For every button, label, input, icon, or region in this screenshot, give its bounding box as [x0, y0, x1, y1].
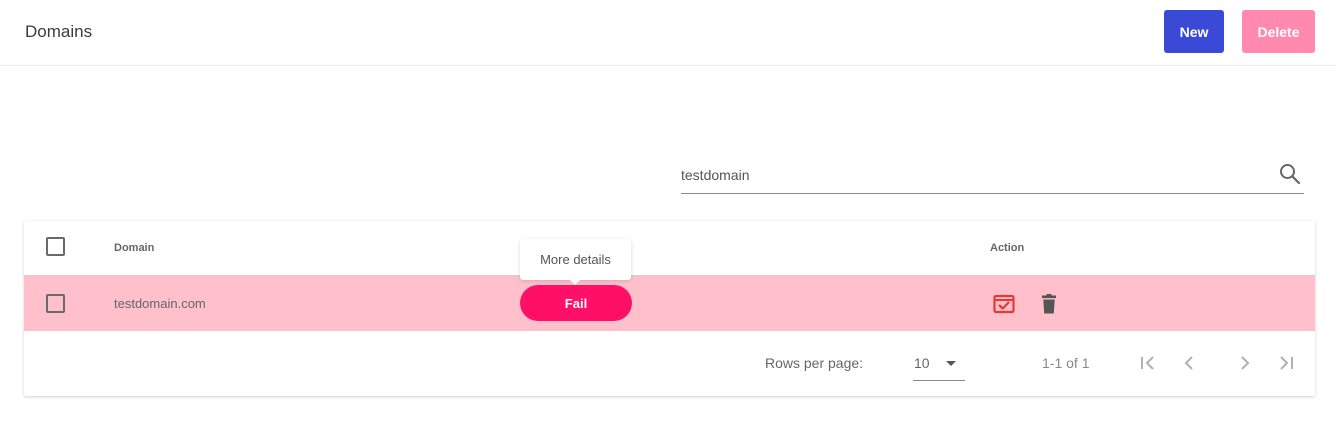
search-input[interactable]: [681, 164, 1271, 186]
first-page-icon[interactable]: [1136, 351, 1160, 375]
last-page-icon[interactable]: [1274, 351, 1298, 375]
table-header: Domain Action: [24, 221, 1315, 276]
top-app-bar: Domains New Delete: [0, 0, 1336, 66]
new-button[interactable]: New: [1164, 10, 1224, 53]
more-details-tooltip: More details: [520, 239, 631, 280]
dropdown-caret-icon: [946, 361, 956, 366]
rows-per-page-select[interactable]: 10: [913, 351, 965, 381]
column-header-action: Action: [990, 242, 1025, 254]
row-checkbox[interactable]: [46, 294, 65, 313]
column-header-domain[interactable]: Domain: [114, 242, 154, 254]
table-pagination: Rows per page: 10 1-1 of 1: [24, 331, 1315, 396]
domain-cell: testdomain.com: [114, 296, 206, 311]
status-badge-button[interactable]: Fail: [520, 285, 632, 321]
next-page-icon[interactable]: [1233, 351, 1257, 375]
delete-button[interactable]: Delete: [1242, 10, 1315, 53]
trash-icon[interactable]: [1037, 292, 1061, 316]
domains-table: Domain Action testdomain.com Fail Rows p…: [24, 221, 1315, 396]
rows-per-page-label: Rows per page:: [765, 355, 864, 371]
page-title: Domains: [25, 22, 93, 41]
table-row[interactable]: testdomain.com Fail: [24, 276, 1315, 331]
search-field: [681, 156, 1304, 194]
search-icon[interactable]: [1278, 162, 1302, 186]
pagination-range: 1-1 of 1: [1042, 355, 1090, 371]
select-all-checkbox[interactable]: [46, 237, 65, 256]
rows-per-page-value: 10: [914, 355, 930, 371]
verify-icon[interactable]: [992, 292, 1016, 316]
previous-page-icon[interactable]: [1177, 351, 1201, 375]
tooltip-arrow: [569, 279, 581, 285]
